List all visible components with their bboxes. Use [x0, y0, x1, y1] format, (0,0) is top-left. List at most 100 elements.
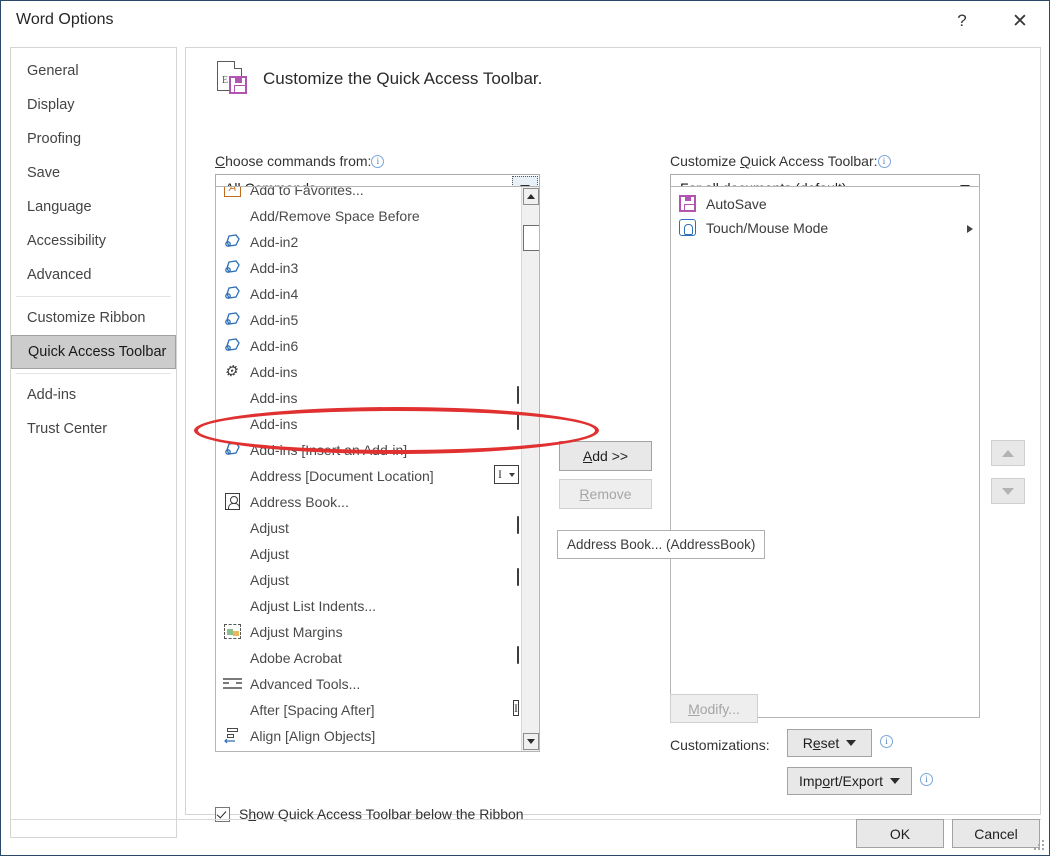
command-list-item[interactable]: After [Spacing After] I — [216, 697, 523, 723]
command-list-item[interactable]: Address Book... — [216, 489, 523, 515]
info-icon-customize-qat[interactable]: i — [877, 155, 891, 168]
sidebar-item-quick-access-toolbar[interactable]: Quick Access Toolbar — [11, 335, 176, 369]
command-list-item-label: Add-in6 — [250, 338, 299, 354]
touch-mouse-icon — [677, 218, 701, 238]
addin-icon — [220, 283, 246, 305]
sidebar-divider-2 — [16, 373, 171, 374]
command-list-item[interactable]: Add-in5 — [216, 307, 523, 333]
sidebar-divider-1 — [16, 296, 171, 297]
sidebar-item-general[interactable]: General — [11, 54, 176, 88]
command-list-item-label: Add to Favorites... — [250, 186, 364, 198]
command-list-item[interactable]: Add/Remove Space Before — [216, 203, 523, 229]
info-icon-import-export[interactable]: i — [920, 773, 933, 786]
addin-icon — [220, 309, 246, 331]
command-list-item-label: Add-in3 — [250, 260, 299, 276]
command-list-item-label: After [Spacing After] — [250, 702, 375, 718]
qat-item-touch-mouse-mode[interactable]: Touch/Mouse Mode — [671, 216, 979, 240]
command-list-item[interactable]: Add-ins [Insert an Add-in] — [216, 437, 523, 463]
command-list-item-label: Adjust — [250, 572, 289, 588]
favorites-icon — [220, 187, 246, 201]
info-icon-choose-commands[interactable]: i — [371, 155, 385, 168]
command-list-item-label: Address Book... — [250, 494, 349, 510]
word-options-dialog: Word Options ? ✕ General Display Proofin… — [0, 0, 1050, 856]
addin-icon — [220, 257, 246, 279]
close-icon[interactable]: ✕ — [997, 1, 1043, 41]
combobox-widget-icon: I — [494, 465, 519, 484]
sidebar-item-save[interactable]: Save — [11, 156, 176, 190]
sidebar-item-advanced[interactable]: Advanced — [11, 258, 176, 292]
scrollbar-thumb[interactable] — [523, 225, 539, 251]
command-list-scrollbar[interactable] — [521, 187, 539, 751]
command-list-item-label: Add-in2 — [250, 234, 299, 250]
gear-icon: ⚙ — [224, 363, 238, 380]
command-list-item[interactable]: Add-in3 — [216, 255, 523, 281]
no-icon — [220, 387, 246, 409]
import-export-button[interactable]: Import/Export — [787, 767, 912, 795]
no-icon — [220, 205, 246, 227]
command-list-item[interactable]: Adjust — [216, 541, 523, 567]
no-icon — [220, 465, 246, 487]
addin-icon — [220, 335, 246, 357]
no-icon — [220, 569, 246, 591]
main-panel: E Customize the Quick Access Toolbar. Ch… — [185, 47, 1041, 822]
margins-icon — [220, 621, 246, 643]
resize-grip[interactable] — [1034, 840, 1046, 852]
command-list-item-label: Add-in5 — [250, 312, 299, 328]
sidebar-item-trust-center[interactable]: Trust Center — [11, 412, 176, 446]
command-list-item[interactable]: Add-ins — [216, 411, 523, 437]
command-list-item[interactable]: Add-in2 — [216, 229, 523, 255]
scroll-down-arrow-icon[interactable] — [523, 733, 539, 750]
panel-header: E Customize the Quick Access Toolbar. — [215, 60, 542, 98]
move-down-button — [991, 478, 1025, 504]
sidebar-item-add-ins[interactable]: Add-ins — [11, 378, 176, 412]
command-list-item[interactable]: Add-in6 — [216, 333, 523, 359]
no-icon — [220, 699, 246, 721]
ok-button[interactable]: OK — [856, 819, 944, 848]
sidebar-item-customize-ribbon[interactable]: Customize Ribbon — [11, 301, 176, 335]
addin-icon — [220, 231, 246, 253]
sidebar-item-accessibility[interactable]: Accessibility — [11, 224, 176, 258]
autosave-floppy-icon — [677, 194, 701, 214]
qat-items-list[interactable]: AutoSave Touch/Mouse Mode — [670, 186, 980, 718]
command-list-item[interactable]: Advanced Tools... — [216, 671, 523, 697]
sidebar-item-proofing[interactable]: Proofing — [11, 122, 176, 156]
no-icon — [220, 413, 246, 435]
cancel-button[interactable]: Cancel — [952, 819, 1040, 848]
command-list-item[interactable]: Adjust — [216, 567, 523, 593]
help-icon[interactable]: ? — [939, 1, 985, 41]
modify-button: Modify... — [670, 694, 758, 723]
scroll-up-arrow-icon[interactable] — [523, 188, 539, 205]
command-list-item[interactable]: Address [Document Location] I — [216, 463, 523, 489]
customize-quick-access-toolbar-icon: E — [215, 60, 253, 98]
qat-item-autosave[interactable]: AutoSave — [671, 192, 979, 216]
sidebar-item-display[interactable]: Display — [11, 88, 176, 122]
command-list-item[interactable]: ⚙ Add-ins — [216, 359, 523, 385]
command-list-item[interactable]: Adobe Acrobat — [216, 645, 523, 671]
command-list-item[interactable]: Adjust Margins — [216, 619, 523, 645]
command-list-item[interactable]: Align [Align Objects] — [216, 723, 523, 749]
dropdown-widget-icon — [517, 646, 519, 664]
command-list-item[interactable]: Add-ins — [216, 385, 523, 411]
reset-button[interactable]: Reset — [787, 729, 872, 757]
command-list-item[interactable]: Adjust List Indents... — [216, 593, 523, 619]
dropdown-widget-icon — [517, 516, 519, 534]
sidebar-nav: General Display Proofing Save Language A… — [10, 47, 177, 838]
command-list-item-label: Adjust List Indents... — [250, 598, 377, 614]
no-icon — [220, 517, 246, 539]
command-list-item-label: Adobe Acrobat — [250, 650, 342, 666]
no-icon — [220, 647, 246, 669]
command-list-item-label: Add-ins — [250, 364, 298, 380]
command-list-item[interactable]: Adjust — [216, 515, 523, 541]
command-list-item-label: Add-ins — [250, 416, 298, 432]
info-icon-reset[interactable]: i — [880, 735, 893, 748]
command-list-item[interactable]: Add to Favorites... — [216, 186, 523, 203]
command-list-item[interactable]: Add-in4 — [216, 281, 523, 307]
move-up-button — [991, 440, 1025, 466]
submenu-arrow-icon — [967, 225, 973, 233]
command-list-item-label: Align [Align Objects] — [250, 728, 376, 744]
sidebar-item-language[interactable]: Language — [11, 190, 176, 224]
command-list-item[interactable]: Align [Align Objects] — [216, 749, 523, 751]
command-list[interactable]: Add to Favorites... Add/Remove Space Befo… — [215, 186, 540, 752]
addin-icon — [220, 439, 246, 461]
add-button[interactable]: Add >> — [559, 441, 652, 471]
